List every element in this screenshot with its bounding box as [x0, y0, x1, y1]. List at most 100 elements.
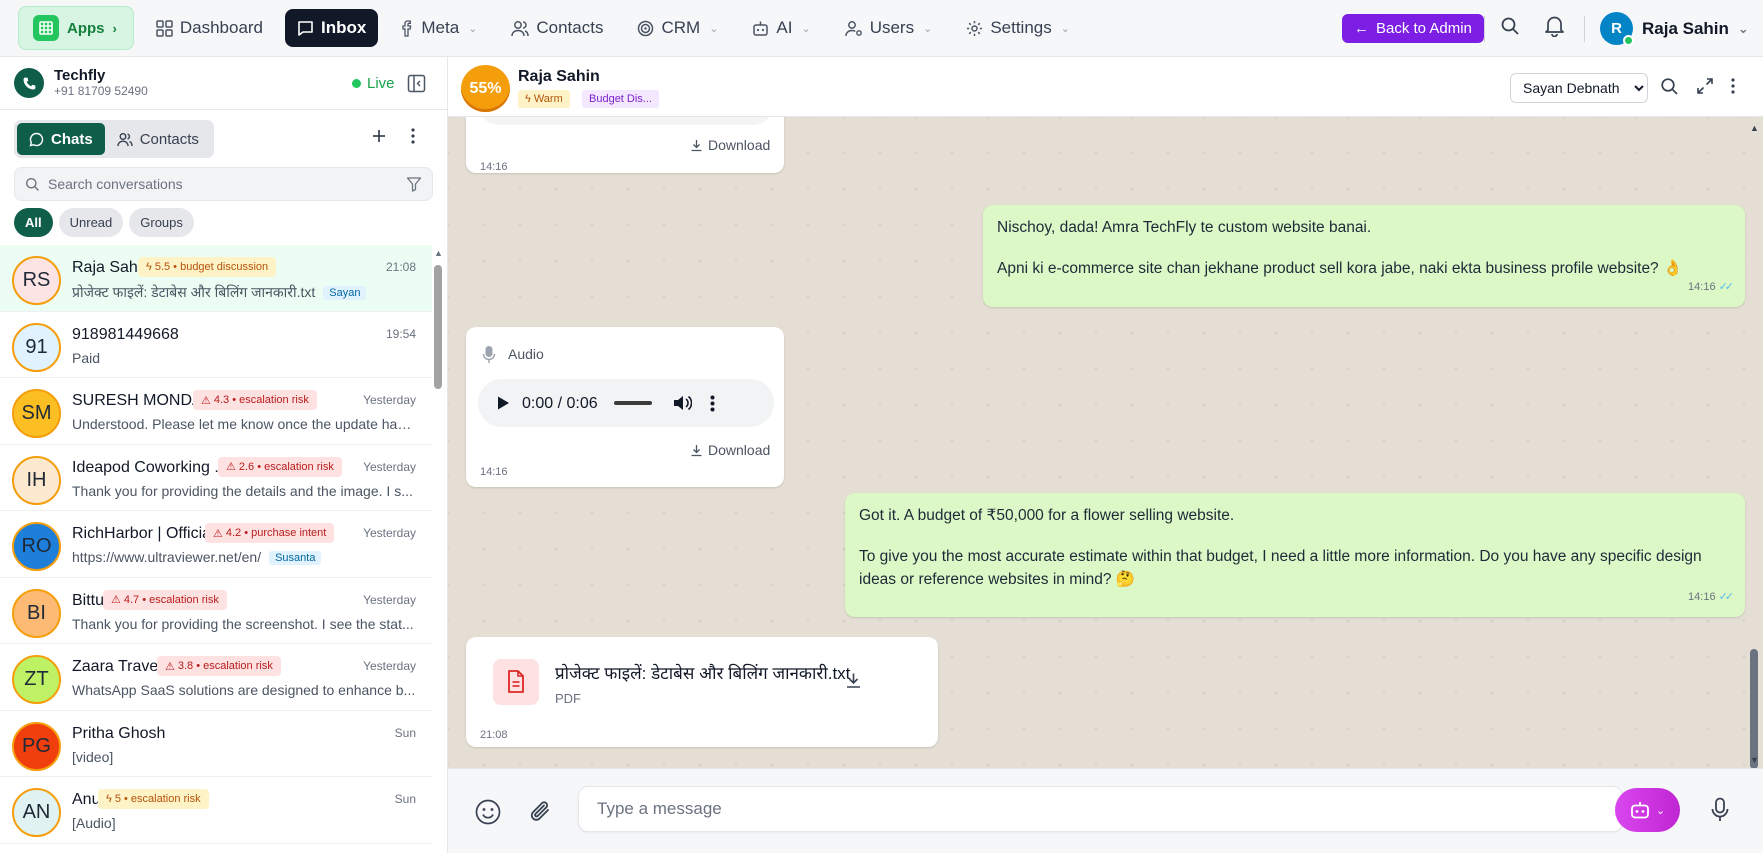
dashboard-icon	[156, 19, 173, 37]
search-icon	[1661, 78, 1678, 95]
nav-ai-label: AI	[776, 18, 793, 37]
warning-icon: ⚠	[165, 660, 175, 673]
filter-all[interactable]: All	[14, 208, 53, 237]
scroll-down-arrow-icon[interactable]: ▼	[1750, 755, 1759, 765]
online-status-dot	[1623, 35, 1634, 46]
conversation-item[interactable]: RO RichHarbor | Official ⚠ 4.2 • purchase i…	[0, 511, 432, 578]
conversation-time: Yesterday	[363, 659, 416, 673]
download-icon	[691, 445, 702, 457]
filter-button[interactable]	[406, 176, 422, 195]
nav-dashboard[interactable]: Dashboard	[144, 9, 275, 47]
conversation-item[interactable]: 91 918981449668 19:54 Paid	[0, 312, 432, 378]
message-input[interactable]	[578, 786, 1623, 832]
chat-scroll-thumb[interactable]	[1750, 649, 1758, 769]
nav-contacts[interactable]: Contacts	[499, 9, 615, 47]
play-icon[interactable]	[496, 395, 510, 411]
assign-agent-select[interactable]: Sayan Debnath	[1510, 73, 1648, 103]
conversation-time: Yesterday	[363, 592, 416, 607]
nav-divider	[1584, 16, 1585, 42]
message-time: 14:16	[480, 466, 508, 478]
nav-meta[interactable]: Meta ⌄	[388, 9, 489, 47]
nav-crm[interactable]: CRM ⌄	[625, 9, 730, 47]
sentiment-badge: ⚠ 4.7 • escalation risk	[103, 589, 227, 610]
audio-progress-bar[interactable]	[613, 401, 652, 405]
warm-tag: ϟ Warm	[518, 90, 570, 108]
double-check-icon: ✓✓	[1718, 281, 1735, 293]
conversation-item[interactable]: IH Ideapod Coworking ... ⚠ 2.6 • escalation…	[0, 445, 432, 511]
sidebar-more-button[interactable]	[410, 127, 416, 148]
file-type: PDF	[555, 691, 581, 706]
avatar: R	[1600, 12, 1634, 46]
volume-icon[interactable]	[672, 394, 692, 412]
conversation-preview-text: Thank you for providing the details and …	[72, 482, 413, 499]
audio-label: Audio	[482, 343, 544, 366]
robot-icon	[1630, 802, 1649, 819]
conversation-item[interactable]: ZT Zaara Travels ⚠ 3.8 • escalation risk Yes…	[0, 644, 432, 711]
collapse-sidebar-button[interactable]	[407, 74, 426, 96]
new-chat-button[interactable]	[370, 127, 388, 148]
conversation-item[interactable]: BI Bittu ⚠ 4.7 • escalation risk Yesterday Th…	[0, 578, 432, 644]
message-thread: Download 14:16 Nischoy, dada! Amra TechF…	[448, 117, 1763, 768]
conversation-search	[14, 167, 433, 201]
chat-search-button[interactable]	[1660, 77, 1679, 99]
ai-assist-button[interactable]: ⌄	[1615, 788, 1680, 832]
search-input[interactable]	[48, 176, 408, 192]
global-search-button[interactable]	[1500, 16, 1520, 39]
assigned-agent-badge: Sayan	[323, 286, 367, 301]
file-download-button[interactable]	[845, 672, 862, 696]
message-text: Nischoy, dada! Amra TechFly te custom we…	[997, 219, 1372, 236]
tab-contacts-label: Contacts	[139, 130, 199, 148]
tab-contacts[interactable]: Contacts	[105, 123, 211, 155]
conversation-item[interactable]: RS Raja Sahin ϟ 5.5 • budget discussion 21:0…	[0, 245, 432, 312]
nav-crm-label: CRM	[661, 18, 701, 37]
expand-icon	[1697, 78, 1713, 94]
scroll-up-arrow-icon[interactable]: ▲	[1750, 123, 1759, 133]
nav-contacts-label: Contacts	[536, 18, 604, 37]
sentiment-badge: ϟ5 • escalation risk	[98, 789, 209, 809]
download-link[interactable]: Download	[690, 439, 770, 462]
sidebar-scroll-thumb[interactable]	[434, 265, 442, 389]
conversation-name: SURESH MONDAL	[72, 392, 212, 409]
chevron-down-icon: ⌄	[1737, 20, 1749, 36]
conversation-name: Ideapod Coworking ...	[72, 458, 228, 476]
emoji-button[interactable]	[474, 798, 502, 829]
expand-chat-button[interactable]	[1696, 77, 1714, 98]
avatar: PG	[12, 721, 61, 771]
back-to-admin-button[interactable]: ← Back to Admin	[1342, 14, 1484, 43]
avatar: RS	[12, 256, 61, 305]
filter-groups[interactable]: Groups	[129, 208, 194, 237]
filter-icon	[406, 177, 422, 192]
notifications-button[interactable]	[1544, 15, 1565, 40]
nav-settings-label: Settings	[990, 18, 1052, 37]
tab-chats[interactable]: Chats	[17, 123, 105, 155]
conversation-item[interactable]: AN Anu ϟ 5 • escalation risk Sun [Audio]	[0, 777, 432, 844]
chat-more-button[interactable]	[1730, 77, 1736, 98]
avatar: AN	[12, 788, 61, 837]
chat-header: 55% Raja Sahin ϟ Warm Budget Dis... Saya…	[448, 57, 1763, 117]
nav-inbox[interactable]: Inbox	[285, 9, 379, 47]
conversation-preview-text: WhatsApp SaaS solutions are designed to …	[72, 682, 416, 698]
conversation-item[interactable]: SM SURESH MONDAL ⚠ 4.3 • escalation risk Yes…	[0, 378, 432, 445]
audio-player-partial[interactable]	[478, 117, 774, 125]
nav-settings[interactable]: Settings ⌄	[954, 9, 1082, 47]
filter-unread[interactable]: Unread	[58, 208, 124, 237]
download-icon	[847, 673, 860, 688]
nav-ai[interactable]: AI ⌄	[740, 9, 822, 47]
conversation-preview: Paid	[72, 350, 100, 366]
more-vertical-icon[interactable]	[710, 395, 715, 412]
conversation-item[interactable]: PG Pritha Ghosh Sun [video]	[0, 711, 432, 777]
chat-bubble-icon	[29, 132, 44, 146]
topic-tag: Budget Dis...	[582, 90, 659, 108]
nav-users[interactable]: Users ⌄	[833, 9, 945, 47]
voice-record-button[interactable]	[1710, 797, 1730, 826]
apps-button[interactable]: Apps ›	[18, 6, 134, 50]
attach-button[interactable]	[528, 798, 554, 829]
download-link[interactable]: Download	[690, 134, 770, 157]
conversation-preview-text: Paid	[72, 349, 101, 366]
conversation-preview: [video]	[72, 749, 113, 765]
conversation-preview-text: Understood. Please let me know once the …	[72, 416, 417, 432]
sentiment-badge: ⚠ 2.6 • escalation risk	[218, 456, 342, 477]
user-name: Raja Sahin	[1642, 18, 1729, 38]
user-menu[interactable]: R Raja Sahin ⌄	[1600, 12, 1749, 46]
scroll-up-arrow-icon[interactable]: ▲	[434, 248, 443, 258]
